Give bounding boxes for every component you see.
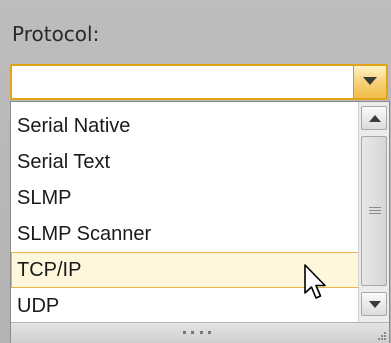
mouse-pointer-icon [304, 264, 326, 299]
vertical-scrollbar[interactable] [358, 102, 389, 322]
scroll-up-icon [369, 115, 381, 122]
protocol-combobox[interactable] [10, 64, 388, 100]
scrollbar-thumb[interactable] [361, 136, 387, 286]
scroll-down-icon [369, 301, 381, 308]
scroll-up-button[interactable] [361, 106, 387, 130]
dropdown-resize-bar[interactable] [11, 322, 389, 343]
protocol-dropdown-list: Serial Native Serial Text SLMP SLMP Scan… [10, 101, 390, 343]
option-serial-native[interactable]: Serial Native [11, 108, 359, 144]
protocol-label: Protocol: [12, 22, 100, 46]
scroll-down-button[interactable] [361, 292, 387, 316]
protocol-panel: Protocol: Serial Native Serial Text SLMP… [0, 0, 391, 343]
chevron-down-icon [363, 77, 377, 85]
resize-grip-icon [183, 331, 211, 335]
option-slmp[interactable]: SLMP [11, 180, 359, 216]
protocol-dropdown-button[interactable] [353, 66, 386, 98]
option-slmp-scanner[interactable]: SLMP Scanner [11, 216, 359, 252]
option-serial-text[interactable]: Serial Text [11, 144, 359, 180]
scrollbar-grip-icon [369, 207, 381, 216]
corner-resize-icon[interactable] [377, 331, 387, 341]
